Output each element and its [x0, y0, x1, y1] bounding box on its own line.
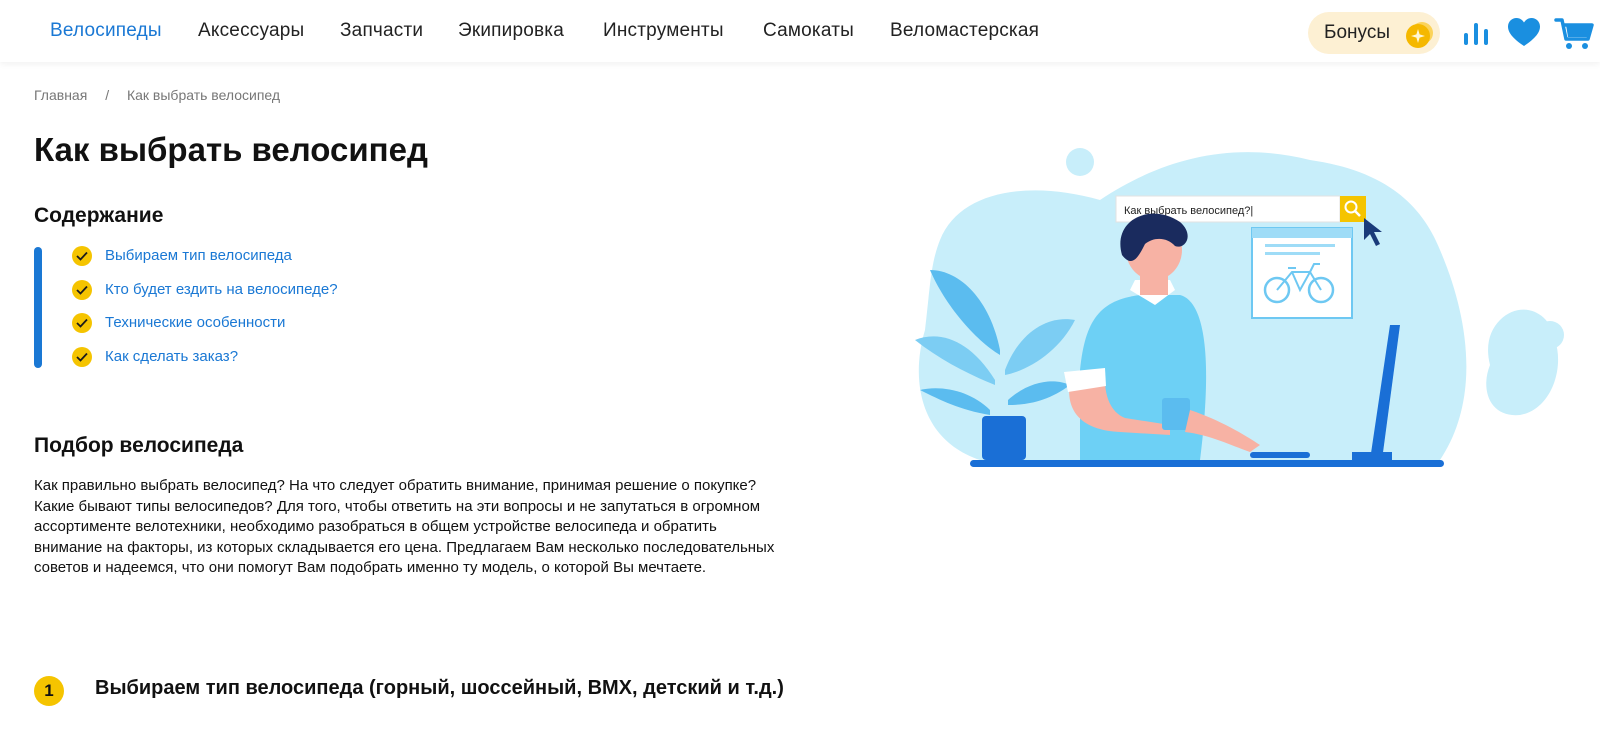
check-icon [72, 313, 92, 333]
toc-link[interactable]: Как сделать заказ? [105, 348, 238, 365]
nav-item-parts[interactable]: Запчасти [340, 20, 423, 42]
intro-paragraph: Как правильно выбрать велосипед? На что … [34, 477, 775, 577]
toc-link[interactable]: Технические особенности [105, 314, 285, 331]
nav-item-scooters[interactable]: Самокаты [763, 20, 854, 42]
breadcrumb-separator: / [105, 87, 110, 103]
top-navigation: Велосипеды Аксессуары Запчасти Экипировк… [0, 0, 1600, 62]
section-title: Подбор велосипеда [34, 434, 244, 457]
compare-icon[interactable] [1458, 15, 1494, 51]
bike-search-illustration: Как выбрать велосипед?| [915, 148, 1564, 467]
nav-item-bicycles[interactable]: Велосипеды [50, 20, 162, 42]
breadcrumb-current: Как выбрать велосипед [126, 87, 281, 103]
check-icon [72, 246, 92, 266]
breadcrumb: Главная / Как выбрать велосипед [34, 87, 280, 103]
cart-icon[interactable] [1554, 15, 1594, 51]
toc-title: Содержание [34, 204, 164, 227]
step-number-badge: 1 [34, 676, 64, 706]
coin-icon [1406, 22, 1433, 48]
nav-item-workshop[interactable]: Веломастерская [890, 20, 1039, 42]
toc-accent-bar [34, 247, 42, 368]
bonus-button[interactable]: Бонусы [1308, 12, 1440, 54]
breadcrumb-home-link[interactable]: Главная [34, 87, 87, 103]
bonus-label: Бонусы [1324, 22, 1390, 43]
nav-item-tools[interactable]: Инструменты [603, 20, 724, 42]
nav-item-equipment[interactable]: Экипировка [458, 20, 564, 42]
check-icon [72, 280, 92, 300]
heart-icon[interactable] [1506, 15, 1542, 51]
check-icon [72, 347, 92, 367]
step-title: Выбираем тип велосипеда (горный, шоссейн… [95, 677, 784, 699]
toc-link[interactable]: Выбираем тип велосипеда [105, 247, 292, 264]
page-title: Как выбрать велосипед [34, 131, 428, 168]
nav-item-accessories[interactable]: Аксессуары [198, 20, 304, 42]
toc-link[interactable]: Кто будет ездить на велосипеде? [105, 281, 338, 298]
